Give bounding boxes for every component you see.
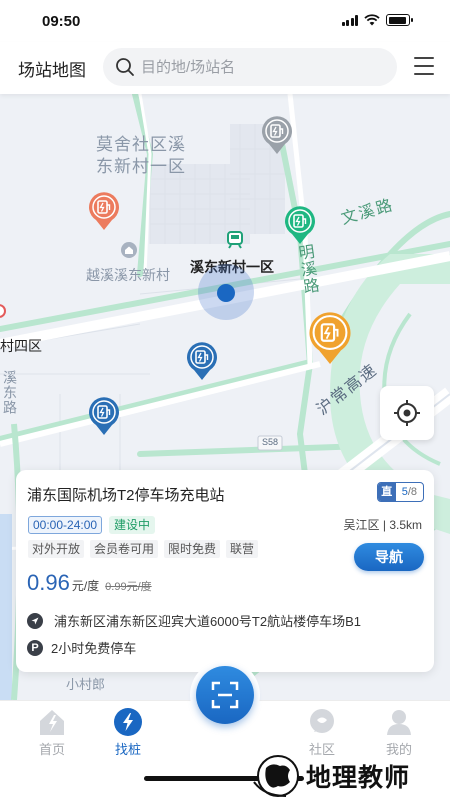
feature-tag: 限时免费 bbox=[164, 540, 221, 558]
price-value: 0.96 bbox=[27, 570, 70, 595]
nav-item-home[interactable]: 首页 bbox=[22, 707, 82, 758]
menu-icon[interactable] bbox=[414, 57, 434, 75]
status-badge: 建设中 bbox=[109, 516, 156, 534]
signal-icon bbox=[341, 14, 358, 26]
page-title: 场站地图 bbox=[18, 61, 86, 80]
pile-badge: 直 5/8 bbox=[376, 482, 424, 502]
search-icon bbox=[116, 58, 134, 76]
station-pin-orange-selected[interactable] bbox=[308, 312, 352, 364]
locate-button[interactable] bbox=[380, 386, 434, 440]
my-location-dot bbox=[217, 284, 235, 302]
poi-icon bbox=[121, 242, 137, 258]
watermark: 地理教师 bbox=[250, 752, 410, 800]
navigate-button[interactable]: 导航 bbox=[354, 543, 424, 571]
poi-pin-red-edge bbox=[0, 304, 6, 318]
scan-icon bbox=[211, 681, 239, 709]
pile-count: 5/8 bbox=[396, 483, 423, 501]
battery-icon bbox=[386, 14, 413, 26]
feature-tag: 联营 bbox=[226, 540, 259, 558]
status-time: 09:50 bbox=[42, 13, 81, 30]
search-input[interactable] bbox=[141, 48, 381, 86]
parking-row: P 2小时免费停车 bbox=[27, 638, 136, 657]
header: 场站地图 bbox=[0, 42, 450, 94]
station-pin-orange-red[interactable] bbox=[88, 192, 120, 230]
subway-icon bbox=[227, 231, 243, 249]
nav-item-profile[interactable]: 我的 bbox=[369, 707, 429, 758]
hours-tag: 00:00-24:00 bbox=[28, 516, 103, 534]
status-icons bbox=[341, 14, 413, 26]
feature-tag: 对外开放 bbox=[28, 540, 85, 558]
globe-logo-icon bbox=[253, 755, 299, 797]
nav-item-find-pile[interactable]: 找桩 bbox=[98, 707, 158, 758]
nav-label-home: 首页 bbox=[38, 742, 65, 757]
home-icon bbox=[40, 710, 64, 735]
parking-icon: P bbox=[27, 639, 43, 656]
feature-tag: 会员卷可用 bbox=[90, 540, 159, 558]
station-address: 浦东新区浦东新区迎宾大道6000号T2航站楼停车场B1 bbox=[54, 614, 361, 629]
crosshair-icon bbox=[394, 400, 420, 426]
price-unit: 元/度 bbox=[71, 579, 100, 593]
station-pin-green[interactable] bbox=[284, 206, 316, 244]
price-original: 0.99元/度 bbox=[105, 581, 152, 593]
station-name: 浦东国际机场T2停车场充电站 bbox=[27, 487, 225, 504]
map-label-village4: 村四区 bbox=[0, 338, 42, 354]
station-pin-gray[interactable] bbox=[261, 116, 293, 154]
navigation-arrow-icon bbox=[27, 612, 43, 629]
scan-button[interactable] bbox=[196, 666, 254, 724]
pile-total: /8 bbox=[407, 486, 417, 498]
price: 0.96 元/度 0.99元/度 bbox=[27, 570, 152, 596]
district-distance: 吴江区 | 3.5km bbox=[343, 518, 422, 532]
chat-icon bbox=[310, 709, 334, 733]
search-box[interactable] bbox=[103, 48, 397, 86]
map-label-village: 越溪溪东新村 bbox=[86, 267, 170, 283]
road-number-label: S58 bbox=[262, 437, 279, 447]
address-row[interactable]: 浦东新区浦东新区迎宾大道6000号T2航站楼停车场B1 bbox=[27, 611, 361, 630]
map-label-community-line2: 东新村一区 bbox=[96, 157, 186, 176]
status-bar: 09:50 bbox=[0, 0, 450, 42]
wifi-icon bbox=[364, 14, 380, 26]
feature-tags: 对外开放 会员卷可用 限时免费 联营 bbox=[28, 540, 259, 558]
station-pin-blue-2[interactable] bbox=[88, 397, 120, 435]
map-label-small-village: 小村郎 bbox=[66, 677, 106, 692]
lightning-icon bbox=[114, 708, 142, 736]
nav-label-find-pile: 找桩 bbox=[114, 742, 141, 757]
nav-item-community[interactable]: 社区 bbox=[292, 707, 352, 758]
map-label-xidong: 溪东路 bbox=[2, 370, 18, 415]
parking-info: 2小时免费停车 bbox=[51, 641, 137, 656]
watermark-text: 地理教师 bbox=[306, 763, 411, 792]
station-card[interactable]: 浦东国际机场T2停车场充电站 直 5/8 00:00-24:00 建设中 吴江区… bbox=[16, 470, 434, 672]
user-icon bbox=[387, 710, 411, 735]
station-pin-blue-1[interactable] bbox=[186, 342, 218, 380]
pile-type: 直 bbox=[377, 483, 396, 501]
